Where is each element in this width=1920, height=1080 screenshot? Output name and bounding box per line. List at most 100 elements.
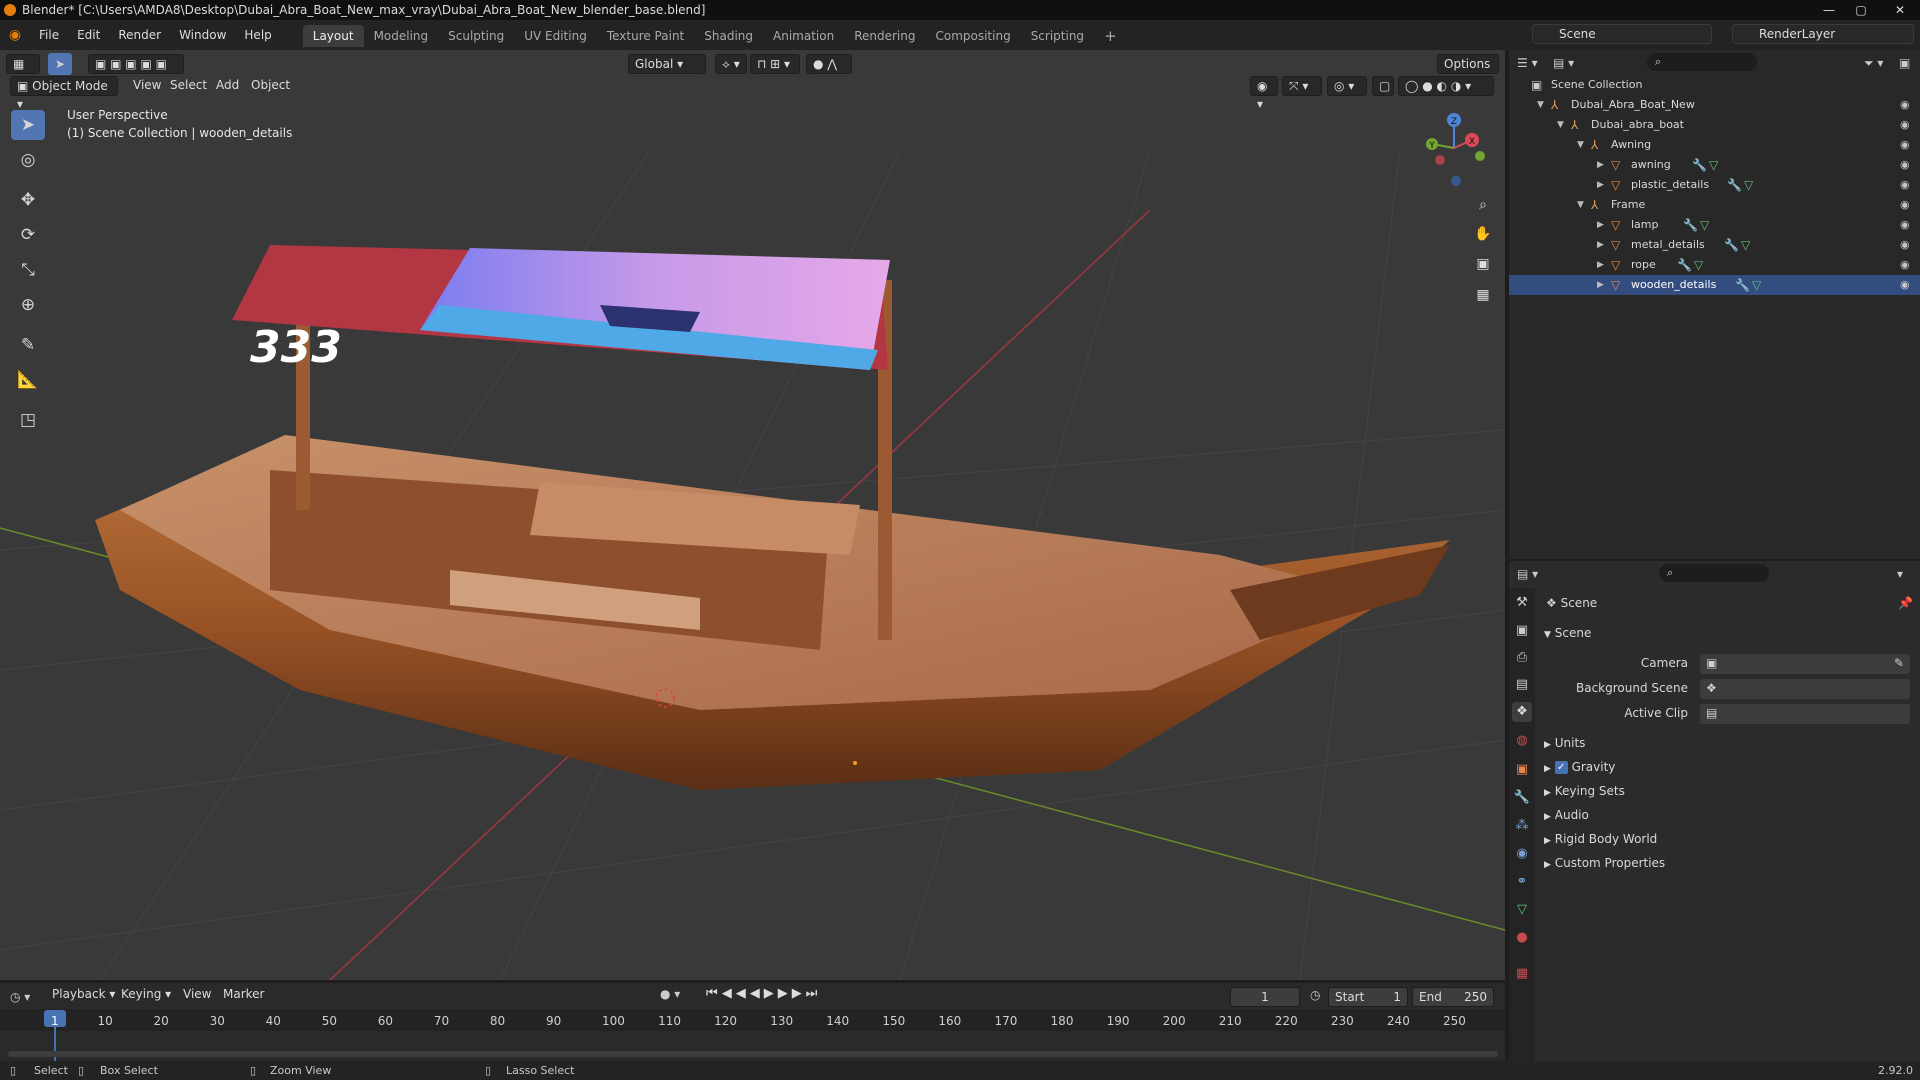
tab-compositing[interactable]: Compositing xyxy=(925,25,1020,47)
timeline-menu-marker[interactable]: Marker xyxy=(214,979,273,1009)
mode-select[interactable]: ▣ Object Mode ▾ xyxy=(10,76,118,111)
visibility-icon[interactable]: ◉ ▾ xyxy=(1250,76,1278,111)
texture-tab-icon[interactable]: ▦ xyxy=(1512,964,1532,984)
minimize-icon[interactable]: — xyxy=(1813,0,1845,20)
eye-icon[interactable]: ◉ xyxy=(1900,275,1910,295)
background-scene-field[interactable]: ❖ xyxy=(1700,679,1910,699)
pan-hand-icon[interactable]: ✋ xyxy=(1471,222,1495,246)
eye-icon[interactable]: ◉ xyxy=(1900,135,1910,155)
eye-icon[interactable]: ◉ xyxy=(1900,215,1910,235)
snap-icon[interactable]: ⊓ ⊞ ▾ xyxy=(750,54,800,74)
annotate-tool-icon[interactable]: ✎ xyxy=(11,330,45,360)
close-icon[interactable]: ✕ xyxy=(1880,0,1920,20)
rotate-tool-icon[interactable]: ⟳ xyxy=(11,220,45,250)
filter-icon[interactable]: ⏷ ▾ xyxy=(1864,53,1894,73)
outliner-row[interactable]: ▶ ▽ metal_details 🔧 ▽ ◉ xyxy=(1509,235,1920,255)
units-panel[interactable]: ▶ Units xyxy=(1544,736,1585,750)
outliner-row[interactable]: ▼ ⅄ Dubai_abra_boat ◉ xyxy=(1509,115,1920,135)
boat-model[interactable]: 333 xyxy=(95,245,1450,790)
viewport-menu-object[interactable]: Object xyxy=(242,70,299,100)
constraints-tab-icon[interactable]: ⚭ xyxy=(1512,872,1532,892)
menu-window[interactable]: Window xyxy=(170,20,235,50)
perspective-grid-icon[interactable]: ▦ xyxy=(1471,283,1495,307)
properties-options-icon[interactable]: ▾ xyxy=(1897,564,1915,584)
navigation-gizmo[interactable]: Z X Y xyxy=(1410,108,1500,188)
expand-arrow-icon[interactable]: ▶ xyxy=(1597,215,1604,235)
tab-layout[interactable]: Layout xyxy=(302,25,364,47)
tool-tab-icon[interactable]: ⚒ xyxy=(1512,593,1532,613)
add-workspace-button[interactable]: + xyxy=(1094,25,1127,47)
outliner-row[interactable]: ▶ ▽ awning 🔧 ▽ ◉ xyxy=(1509,155,1920,175)
outliner-search-input[interactable]: ⌕ xyxy=(1647,53,1757,71)
camera-field[interactable]: ▣ ✎ xyxy=(1700,654,1910,674)
eye-icon[interactable]: ◉ xyxy=(1900,95,1910,115)
view-layer-selector[interactable]: RenderLayer xyxy=(1732,24,1914,44)
pivot-point-icon[interactable]: ⟡ ▾ xyxy=(715,54,747,74)
editor-type-button[interactable]: ▦ ▾ xyxy=(6,54,40,89)
modifier-tab-icon[interactable]: 🔧 xyxy=(1512,788,1532,808)
render-tab-icon[interactable]: ▣ xyxy=(1512,621,1532,641)
object-tab-icon[interactable]: ▣ xyxy=(1512,760,1532,780)
outliner-row[interactable]: ▶ ▽ lamp 🔧 ▽ ◉ xyxy=(1509,215,1920,235)
menu-help[interactable]: Help xyxy=(235,20,280,50)
scene-tab-icon[interactable]: ❖ xyxy=(1512,702,1532,722)
active-clip-field[interactable]: ▤ xyxy=(1700,704,1910,724)
eye-icon[interactable]: ◉ xyxy=(1900,155,1910,175)
output-tab-icon[interactable]: ⎙ xyxy=(1512,648,1532,668)
scene-selector[interactable]: Scene xyxy=(1532,24,1712,44)
outliner-row[interactable]: ▶ ▽ plastic_details 🔧 ▽ ◉ xyxy=(1509,175,1920,195)
scale-tool-icon[interactable]: ⤡ xyxy=(11,255,45,285)
select-box-tool-icon[interactable]: ➤ xyxy=(11,110,45,140)
view-layer-tab-icon[interactable]: ▤ xyxy=(1512,675,1532,695)
stopwatch-icon[interactable]: ◷ xyxy=(1310,988,1320,1002)
particles-tab-icon[interactable]: ⁂ xyxy=(1512,816,1532,836)
shading-mode-icons[interactable]: ◯ ● ◐ ◑ ▾ xyxy=(1398,76,1494,96)
options-button[interactable]: Options ▾ xyxy=(1437,54,1499,89)
new-collection-icon[interactable]: ▣ xyxy=(1899,53,1917,73)
gravity-checkbox[interactable]: ✓ xyxy=(1554,761,1568,774)
tab-shading[interactable]: Shading xyxy=(694,25,763,47)
transform-tool-icon[interactable]: ⊕ xyxy=(11,290,45,320)
end-frame-field[interactable]: End 250 xyxy=(1412,987,1494,1007)
tab-scripting[interactable]: Scripting xyxy=(1021,25,1094,47)
current-frame-field[interactable]: 1 xyxy=(1230,987,1300,1007)
record-icon[interactable]: ● ▾ xyxy=(660,987,680,1001)
transform-orientation-select[interactable]: Global ▾ xyxy=(628,54,706,74)
expand-arrow-icon[interactable]: ▶ xyxy=(1597,275,1604,295)
expand-arrow-icon[interactable]: ▼ xyxy=(1537,95,1544,115)
tab-uv-editing[interactable]: UV Editing xyxy=(514,25,597,47)
scene-panel-header[interactable]: ▼ Scene xyxy=(1544,626,1591,640)
menu-render[interactable]: Render xyxy=(109,20,170,50)
rigid-body-world-panel[interactable]: ▶ Rigid Body World xyxy=(1544,832,1657,846)
data-tab-icon[interactable]: ▽ xyxy=(1512,900,1532,920)
gravity-panel[interactable]: ▶ ✓ Gravity xyxy=(1544,760,1615,774)
material-tab-icon[interactable]: ● xyxy=(1512,928,1532,948)
eye-icon[interactable]: ◉ xyxy=(1900,195,1910,215)
timeline-editor-icon[interactable]: ◷ ▾ xyxy=(10,987,40,1007)
start-frame-field[interactable]: Start 1 xyxy=(1328,987,1408,1007)
eye-icon[interactable]: ◉ xyxy=(1900,115,1910,135)
xray-toggle-icon[interactable]: ▢ xyxy=(1372,76,1394,96)
menu-file[interactable]: File xyxy=(30,20,68,50)
outliner-row[interactable]: ▶ ▽ rope 🔧 ▽ ◉ xyxy=(1509,255,1920,275)
expand-arrow-icon[interactable]: ▼ xyxy=(1577,135,1584,155)
properties-search-input[interactable]: ⌕ xyxy=(1659,564,1769,582)
timeline-menu-keying[interactable]: Keying ▾ xyxy=(112,979,180,1009)
expand-arrow-icon[interactable]: ▶ xyxy=(1597,175,1604,195)
menu-edit[interactable]: Edit xyxy=(68,20,109,50)
expand-arrow-icon[interactable]: ▼ xyxy=(1557,115,1564,135)
outliner-row[interactable]: ▼ ⅄ Dubai_Abra_Boat_New ◉ xyxy=(1509,95,1920,115)
move-tool-icon[interactable]: ✥ xyxy=(11,185,45,215)
world-tab-icon[interactable]: ◍ xyxy=(1512,731,1532,751)
tab-rendering[interactable]: Rendering xyxy=(844,25,925,47)
eye-icon[interactable]: ◉ xyxy=(1900,235,1910,255)
properties-editor-icon[interactable]: ▤ ▾ xyxy=(1517,564,1547,584)
audio-panel[interactable]: ▶ Audio xyxy=(1544,808,1589,822)
expand-arrow-icon[interactable]: ▼ xyxy=(1577,195,1584,215)
zoom-icon[interactable]: ⌕ xyxy=(1471,193,1495,217)
eye-icon[interactable]: ◉ xyxy=(1900,175,1910,195)
physics-tab-icon[interactable]: ◉ xyxy=(1512,844,1532,864)
gizmo-toggle-icon[interactable]: ⤧ ▾ xyxy=(1282,76,1322,96)
maximize-icon[interactable]: ▢ xyxy=(1845,0,1877,20)
custom-properties-panel[interactable]: ▶ Custom Properties xyxy=(1544,856,1665,870)
